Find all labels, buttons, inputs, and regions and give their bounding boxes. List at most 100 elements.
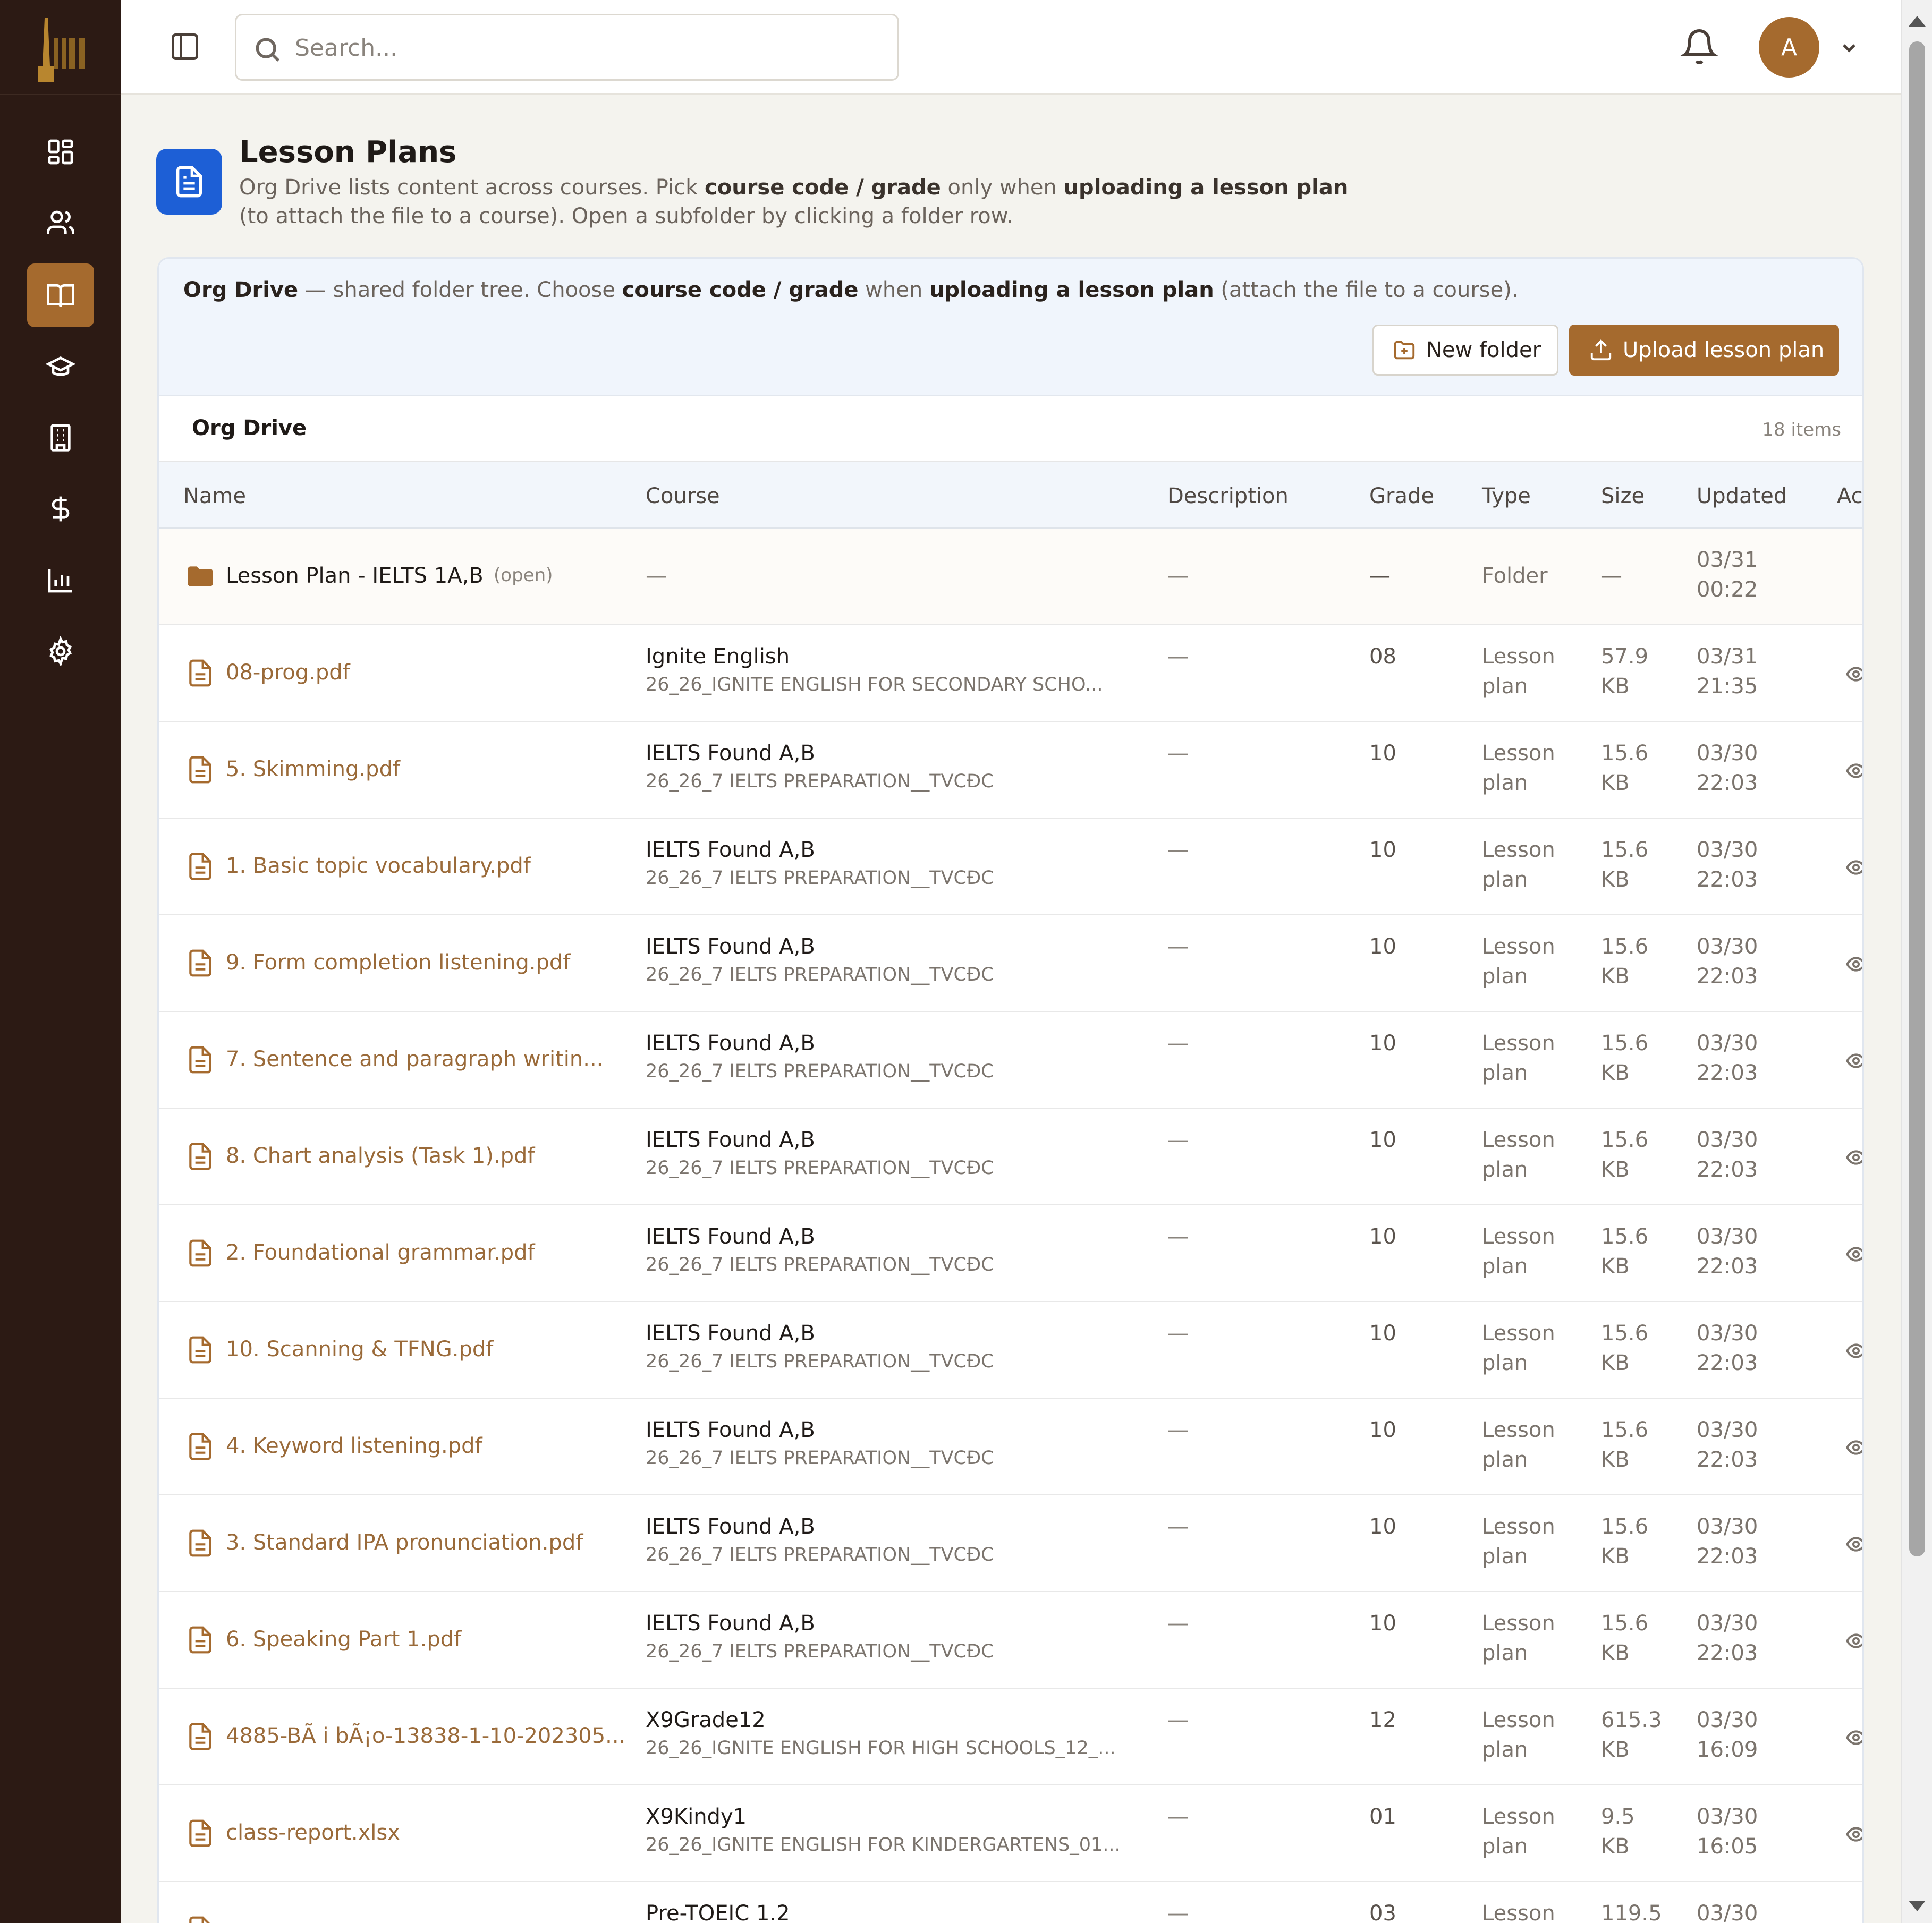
table-row[interactable]: class-report.xlsx X9Kindy1 26_26_IGNITE EN… [159, 1785, 1862, 1882]
view-eye-icon[interactable] [1844, 954, 1862, 975]
table-row[interactable]: 1. Basic topic vocabulary.pdf IELTS Found… [159, 819, 1862, 915]
info-emphasis: Org Drive [183, 278, 299, 302]
search-input[interactable] [295, 25, 879, 71]
column-header-course[interactable]: Course [646, 484, 720, 508]
view-eye-icon[interactable] [1844, 1630, 1862, 1652]
open-tag: (open) [494, 565, 553, 586]
grade: 10 [1369, 1031, 1396, 1056]
logo-tower-icon [38, 18, 85, 82]
course-name: IELTS Found A,B [646, 741, 815, 765]
logo[interactable] [0, 0, 121, 95]
table-row[interactable]: 2. Foundational grammar.pdf IELTS Found A… [159, 1205, 1862, 1302]
account-menu-button[interactable] [1838, 37, 1860, 58]
type-line-2: plan [1482, 771, 1528, 795]
column-header-name[interactable]: Name [183, 484, 246, 508]
course-name: Pre-TOEIC 1.2 [646, 1901, 790, 1923]
size-value: 15.6 [1601, 1128, 1649, 1152]
view-eye-icon[interactable] [1844, 1920, 1862, 1923]
size-unit: KB [1601, 964, 1630, 989]
sidebar-item-finance[interactable] [27, 477, 94, 541]
view-eye-icon[interactable] [1844, 1244, 1862, 1265]
grade: 10 [1369, 1611, 1396, 1636]
file-name[interactable]: 7. Sentence and paragraph writin... [226, 1047, 603, 1071]
file-name[interactable]: 08-prog.pdf [226, 660, 350, 685]
file-name[interactable]: 8. Chart analysis (Task 1).pdf [226, 1144, 535, 1168]
avatar[interactable]: A [1759, 17, 1819, 78]
scroll-thumb[interactable] [1909, 41, 1925, 1556]
sidebar-item-settings[interactable] [27, 619, 94, 683]
type-line-1: Lesson [1482, 1321, 1555, 1346]
upload-lesson-plan-button[interactable]: Upload lesson plan [1569, 325, 1839, 376]
type-line-1: Lesson [1482, 1128, 1555, 1152]
table-row[interactable]: 4. Keyword listening.pdf IELTS Found A,B 2… [159, 1399, 1862, 1495]
file-name[interactable]: 10. Scanning & TFNG.pdf [226, 1337, 493, 1362]
column-header-size[interactable]: Size [1601, 484, 1645, 508]
column-header-type[interactable]: Type [1482, 484, 1531, 508]
course-name: IELTS Found A,B [646, 1031, 815, 1056]
scroll-down-arrow[interactable] [1909, 1901, 1926, 1911]
new-folder-button[interactable]: New folder [1372, 325, 1558, 376]
table-row[interactable]: 7. Sentence and paragraph writin... IELTS… [159, 1012, 1862, 1109]
sidebar-item-organization[interactable] [27, 406, 94, 470]
table-row[interactable]: 4885-BÃ i bÃ¡o-13838-1-10-202305... X9Gra… [159, 1689, 1862, 1785]
table-row[interactable]: 10. Scanning & TFNG.pdf IELTS Found A,B 26… [159, 1302, 1862, 1399]
file-name[interactable]: class-report.xlsx [226, 1820, 400, 1845]
type-line-2: plan [1482, 1834, 1528, 1859]
table-row[interactable]: 6. Speaking Part 1.pdf IELTS Found A,B 26_… [159, 1592, 1862, 1689]
view-eye-icon[interactable] [1844, 1147, 1862, 1168]
new-folder-label: New folder [1426, 338, 1541, 362]
grade: 10 [1369, 1224, 1396, 1249]
file-name[interactable]: 5. Skimming.pdf [226, 757, 400, 781]
file-name[interactable]: 4. Keyword listening.pdf [226, 1434, 482, 1458]
size-unit: KB [1601, 1061, 1630, 1085]
file-name[interactable]: 3. Standard IPA pronunciation.pdf [226, 1530, 583, 1555]
type-line-1: Lesson [1482, 1805, 1555, 1829]
users-icon [47, 210, 74, 234]
view-eye-icon[interactable] [1844, 1050, 1862, 1071]
info-text: Org Drive — shared folder tree. Choose c… [183, 278, 1519, 302]
column-header-updated[interactable]: Updated [1697, 484, 1787, 508]
sidebar-toggle-button[interactable] [169, 31, 201, 63]
column-header-description[interactable]: Description [1167, 484, 1289, 508]
table-row[interactable]: Pre-TOEIC 1.2 — 03 Lesson 119.5 03/30 [159, 1882, 1862, 1923]
page-scrollbar[interactable] [1901, 0, 1932, 1923]
column-header-grade[interactable]: Grade [1369, 484, 1434, 508]
folder-updated-date: 03/31 [1697, 548, 1758, 572]
sidebar-item-reports[interactable] [27, 548, 94, 612]
table-row[interactable]: 08-prog.pdf Ignite English 26_26_IGNITE EN… [159, 625, 1862, 722]
table-row[interactable]: 5. Skimming.pdf IELTS Found A,B 26_26_7 IE… [159, 722, 1862, 819]
sidebar-item-lesson-plans[interactable] [27, 263, 94, 327]
file-name[interactable]: 9. Form completion listening.pdf [226, 950, 570, 975]
scroll-up-arrow[interactable] [1909, 16, 1926, 27]
description: — [1167, 1805, 1189, 1829]
view-eye-icon[interactable] [1844, 1824, 1862, 1845]
view-eye-icon[interactable] [1844, 760, 1862, 781]
file-name[interactable]: 2. Foundational grammar.pdf [226, 1240, 535, 1265]
view-eye-icon[interactable] [1844, 1340, 1862, 1362]
sidebar-item-courses[interactable] [27, 335, 94, 398]
search-box[interactable] [235, 14, 899, 81]
course-name: IELTS Found A,B [646, 1611, 815, 1636]
table-row[interactable]: 3. Standard IPA pronunciation.pdf IELTS F… [159, 1495, 1862, 1592]
folder-row[interactable]: Lesson Plan - IELTS 1A,B (open) — — — Fo… [159, 529, 1862, 625]
course-code: 26_26_7 IELTS PREPARATION__TVCĐC [646, 1254, 994, 1275]
type-line-2: plan [1482, 1158, 1528, 1182]
type-line-1: Lesson [1482, 1514, 1555, 1539]
view-eye-icon[interactable] [1844, 1534, 1862, 1555]
file-name[interactable]: 4885-BÃ i bÃ¡o-13838-1-10-202305... [226, 1724, 625, 1748]
updated-date: 03/31 [1697, 644, 1758, 669]
search-icon [256, 38, 279, 62]
view-eye-icon[interactable] [1844, 663, 1862, 685]
view-eye-icon[interactable] [1844, 857, 1862, 878]
size-value: 15.6 [1601, 1031, 1649, 1056]
table-row[interactable]: 8. Chart analysis (Task 1).pdf IELTS Foun… [159, 1109, 1862, 1205]
sidebar-item-dashboard[interactable] [27, 120, 94, 184]
table-row[interactable]: 9. Form completion listening.pdf IELTS Fo… [159, 915, 1862, 1012]
view-eye-icon[interactable] [1844, 1727, 1862, 1748]
folder-name[interactable]: Lesson Plan - IELTS 1A,B [226, 564, 484, 588]
notifications-button[interactable] [1680, 27, 1719, 67]
file-name[interactable]: 1. Basic topic vocabulary.pdf [226, 854, 531, 878]
sidebar-item-users[interactable] [27, 191, 94, 255]
file-name[interactable]: 6. Speaking Part 1.pdf [226, 1627, 461, 1652]
view-eye-icon[interactable] [1844, 1437, 1862, 1458]
